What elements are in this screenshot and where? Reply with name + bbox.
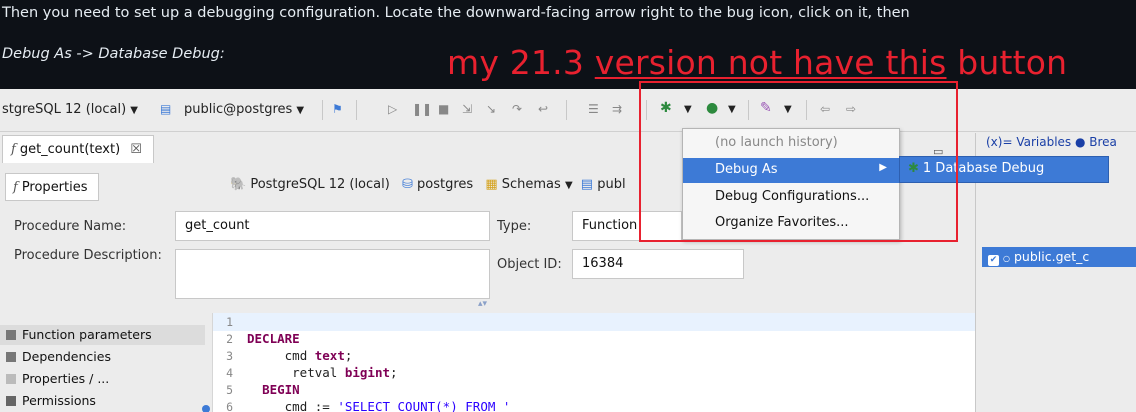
schema-icon: ▤	[580, 177, 594, 192]
breadcrumb: 🐘 PostgreSQL 12 (local) ⛁ postgres ▦ Sch…	[230, 177, 626, 192]
postgres-icon: 🐘	[230, 177, 247, 192]
code-line: 2 DECLARE	[226, 331, 300, 346]
code-line: 1	[226, 315, 233, 329]
code-line: 4 retval bigint;	[226, 365, 398, 380]
procedure-description-field[interactable]	[175, 249, 490, 299]
properties-tab-label: Properties	[21, 180, 88, 195]
editor-tab[interactable]: f get_count(text) ☒	[2, 135, 154, 163]
breakpoint-row[interactable]: ✔ ○ public.get_c	[982, 247, 1136, 267]
code-editor[interactable]: 1 2 DECLARE 3 cmd text; 4 retval bigint; …	[212, 313, 976, 412]
step-into-icon[interactable]: ↘	[486, 102, 496, 116]
disconnect-icon[interactable]: ⇲	[462, 102, 472, 116]
close-tab-icon[interactable]: ☒	[130, 142, 142, 157]
debug-bug-icon[interactable]: ✱	[660, 100, 672, 116]
schema-selector[interactable]: public@postgres ▼	[184, 102, 304, 117]
connection-selector[interactable]: stgreSQL 12 (local) ▼	[2, 102, 138, 117]
format-icon[interactable]: ☰	[588, 102, 599, 116]
debug-dropdown-menu: (no launch history) Debug As ▶ Debug Conf…	[682, 128, 900, 240]
suspend-icon[interactable]: ❚❚	[412, 102, 432, 116]
breakpoint-marker	[202, 405, 210, 412]
toolbar-separator	[806, 100, 807, 120]
database-icon: ⛁	[401, 177, 413, 192]
run-icon[interactable]: ●	[706, 100, 718, 116]
debug-as-submenu[interactable]: ✱ 1 Database Debug	[899, 156, 1109, 183]
instruction-text: Then you need to set up a debugging conf…	[2, 5, 910, 21]
ide-window: stgreSQL 12 (local) ▼ ▤ public@postgres …	[0, 89, 1136, 412]
tools-dropdown-arrow-icon[interactable]: ▼	[784, 104, 792, 115]
object-id-label: Object ID:	[497, 257, 562, 272]
breadcrumb-schema[interactable]: publ	[597, 177, 625, 192]
terminate-icon[interactable]: ■	[438, 102, 449, 116]
menu-item-organize-favorites[interactable]: Organize Favorites...	[683, 211, 899, 236]
annotation-text: my 21.3 version not have this button	[447, 43, 1067, 82]
code-line: 3 cmd text;	[226, 348, 353, 363]
toolbar-separator	[322, 100, 323, 120]
parameters-icon	[6, 330, 16, 340]
checkbox-icon[interactable]: ✔	[988, 255, 999, 266]
annotation-prefix: my 21.3	[447, 43, 595, 82]
menu-item-no-launch-history: (no launch history)	[715, 135, 838, 150]
info-icon	[6, 374, 16, 384]
object-id-field[interactable]: 16384	[572, 249, 744, 279]
function-icon: f	[13, 180, 18, 195]
procedure-description-label: Procedure Description:	[14, 248, 162, 263]
instruction-path-text: Debug As -> Database Debug:	[2, 46, 225, 62]
type-label: Type:	[497, 219, 532, 234]
toolbar-separator	[566, 100, 567, 120]
outline-item-properties[interactable]: Properties / ...	[0, 369, 205, 389]
database-debug-icon: ✱	[908, 161, 919, 176]
schemas-folder-icon: ▦	[485, 177, 498, 192]
tools-icon[interactable]: ✎	[760, 100, 772, 116]
bug-off-icon[interactable]: ⚑	[332, 102, 343, 116]
annotation-suffix: button	[946, 43, 1068, 82]
dependencies-icon	[6, 352, 16, 362]
function-icon: f	[11, 142, 16, 157]
resume-icon[interactable]: ▷	[388, 102, 397, 116]
debug-dropdown-arrow-icon[interactable]: ▼	[684, 104, 692, 115]
variables-breakpoints-tabs[interactable]: (x)= Variables ● Brea	[986, 135, 1117, 149]
toolbar-separator	[748, 100, 749, 120]
compare-icon[interactable]: ⇉	[612, 102, 622, 116]
outline-panel: Function parameters Dependencies Propert…	[0, 323, 205, 412]
submenu-arrow-icon: ▶	[879, 162, 887, 173]
toolbar: stgreSQL 12 (local) ▼ ▤ public@postgres …	[0, 89, 1136, 132]
back-icon[interactable]: ⇦	[820, 102, 830, 116]
editor-tab-label: get_count(text)	[19, 142, 121, 157]
key-icon	[6, 396, 16, 406]
breadcrumb-schemas[interactable]: Schemas	[502, 177, 561, 192]
breadcrumb-connection[interactable]: PostgreSQL 12 (local)	[250, 177, 389, 192]
breakpoint-dot-icon: ○	[1003, 254, 1010, 263]
outline-item-permissions[interactable]: Permissions	[0, 391, 205, 411]
annotation-underlined: version not have this	[594, 43, 947, 82]
breadcrumb-database[interactable]: postgres	[417, 177, 473, 192]
code-line: 6 cmd := 'SELECT COUNT(*) FROM '	[226, 399, 511, 412]
chevron-down-icon[interactable]: ▼	[565, 180, 573, 191]
submenu-item-database-debug[interactable]: 1 Database Debug	[923, 161, 1044, 176]
step-return-icon[interactable]: ↩	[538, 102, 548, 116]
forward-icon[interactable]: ⇨	[846, 102, 856, 116]
properties-tab[interactable]: f Properties	[5, 173, 99, 201]
type-field[interactable]: Function	[572, 211, 682, 241]
collapse-arrows-icon[interactable]: ▴▾	[478, 299, 487, 309]
procedure-name-label: Procedure Name:	[14, 219, 127, 234]
toolbar-separator	[646, 100, 647, 120]
run-dropdown-arrow-icon[interactable]: ▼	[728, 104, 736, 115]
toolbar-separator	[356, 100, 357, 120]
outline-item-function-parameters[interactable]: Function parameters	[0, 325, 205, 345]
menu-item-debug-as[interactable]: Debug As ▶	[683, 158, 899, 183]
outline-item-dependencies[interactable]: Dependencies	[0, 347, 205, 367]
code-line: 5 BEGIN	[226, 382, 300, 397]
schema-icon: ▤	[160, 102, 172, 116]
step-over-icon[interactable]: ↷	[512, 102, 522, 116]
procedure-name-field[interactable]: get_count	[175, 211, 490, 241]
menu-item-debug-configurations[interactable]: Debug Configurations...	[683, 185, 899, 210]
